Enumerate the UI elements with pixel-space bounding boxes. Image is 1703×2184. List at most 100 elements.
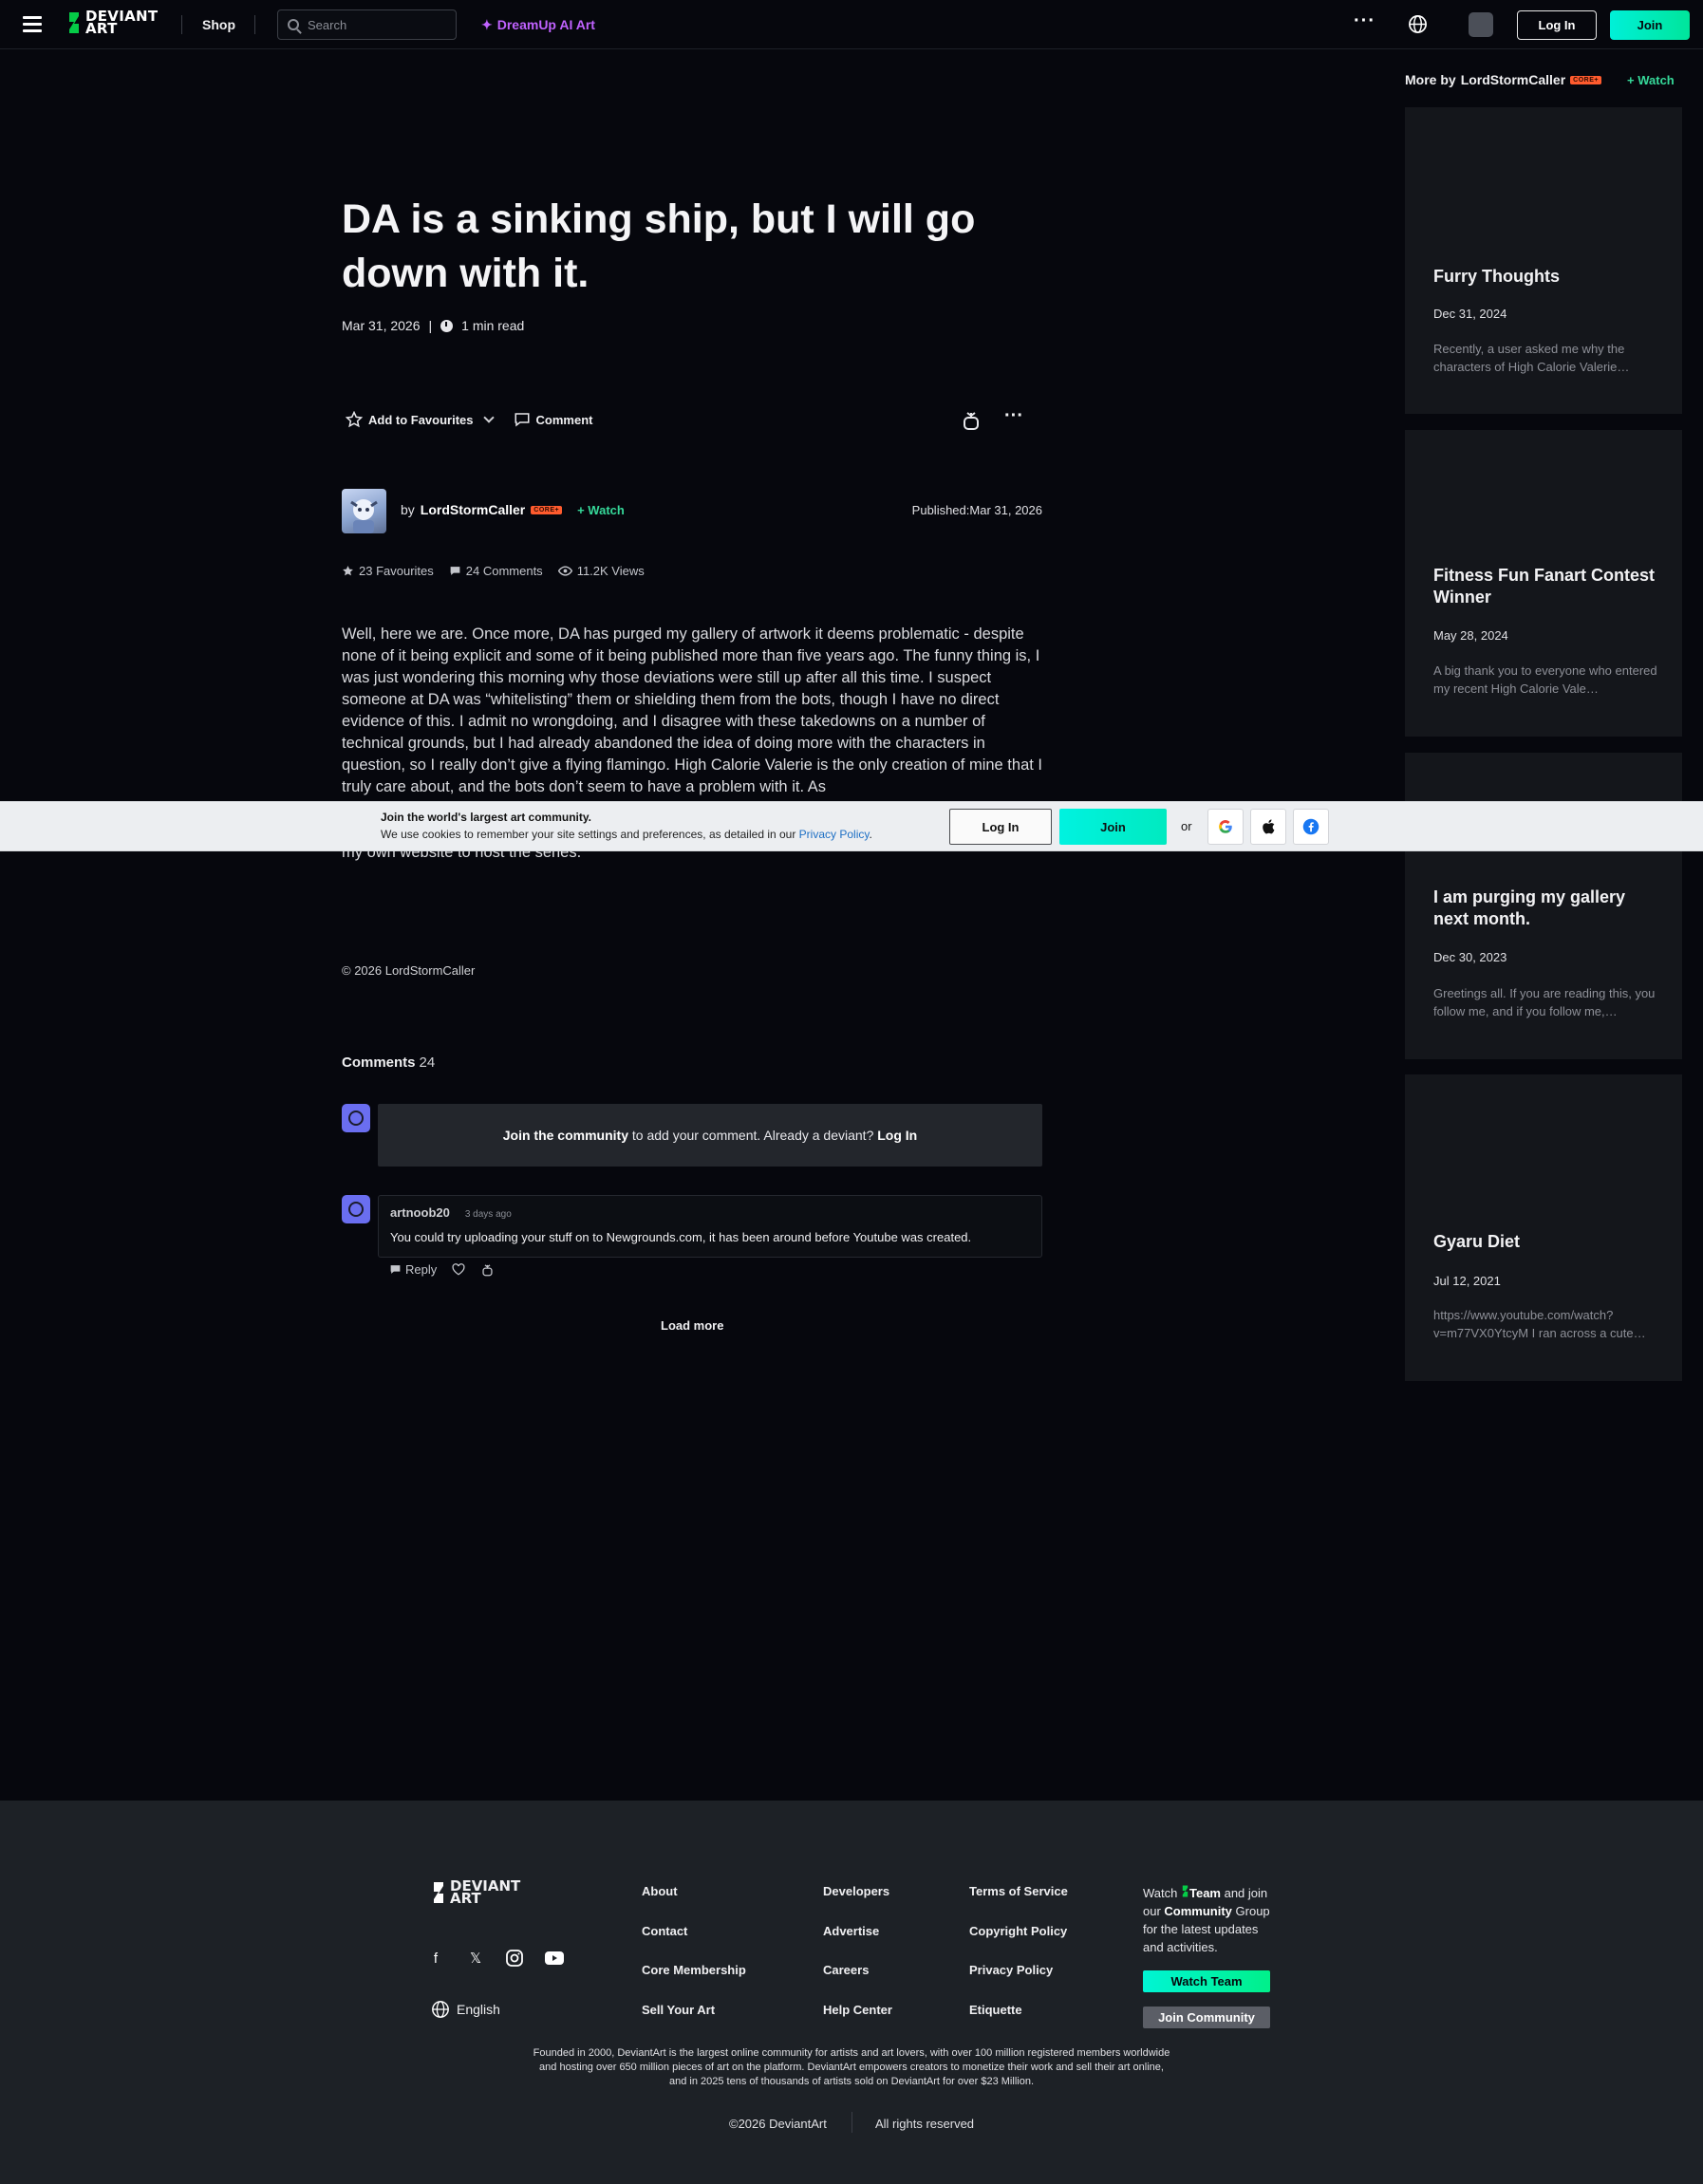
add-to-favourites-button[interactable]: Add to Favourites (346, 411, 474, 428)
comments-count: 24 Comments (465, 564, 543, 578)
add-to-favourites-label: Add to Favourites (368, 412, 474, 427)
language-selector[interactable]: English (431, 2000, 500, 2019)
globe-icon[interactable] (1408, 14, 1428, 34)
facebook-login-button[interactable] (1293, 809, 1329, 845)
youtube-icon[interactable] (544, 1951, 565, 1966)
author-avatar[interactable] (342, 489, 386, 533)
instagram-icon[interactable] (505, 1949, 524, 1968)
shop-link[interactable]: Shop (202, 17, 235, 32)
google-login-button[interactable] (1207, 809, 1244, 845)
footer-link-sell-your-art[interactable]: Sell Your Art (642, 2003, 715, 2017)
article-copyright: © 2026 LordStormCaller (342, 963, 476, 978)
footer-rights: All rights reserved (875, 2117, 975, 2131)
comment-username[interactable]: artnoob20 (390, 1205, 450, 1220)
card-excerpt: https://www.youtube.com/watch?v=m77VX0Yt… (1433, 1308, 1646, 1340)
sidebar-card[interactable]: I am purging my gallery next month. Dec … (1405, 753, 1682, 1059)
plus-icon: + (577, 502, 585, 517)
comment-button[interactable]: Comment (514, 411, 592, 428)
load-more-button[interactable]: Load more (661, 1318, 723, 1333)
user-avatar-icon[interactable] (1469, 12, 1493, 37)
footer-link-privacy-policy[interactable]: Privacy Policy (969, 1963, 1053, 1977)
footer-link-advertise[interactable]: Advertise (823, 1924, 879, 1938)
published-label: Published: (911, 503, 970, 517)
watch-team-button[interactable]: Watch Team (1143, 1970, 1270, 1992)
footer-link-developers[interactable]: Developers (823, 1884, 889, 1898)
more-options-icon[interactable]: ··· (1354, 11, 1376, 30)
x-icon[interactable]: 𝕏 (465, 1948, 486, 1969)
cookie-title: Join the world's largest art community. (381, 811, 592, 824)
comments-heading: Comments 24 (342, 1055, 435, 1071)
sparkle-icon: ✦ (481, 17, 493, 32)
more-actions-icon[interactable]: ··· (1004, 406, 1023, 425)
footer-link-core-membership[interactable]: Core Membership (642, 1963, 746, 1977)
join-community-button[interactable]: Join Community (1143, 2007, 1270, 2028)
core-badge: CORE+ (1570, 75, 1601, 84)
footer-copyright: ©2026 DeviantArt (729, 2117, 827, 2131)
gift-small-icon[interactable] (480, 1263, 495, 1277)
cookie-login-button[interactable]: Log In (949, 809, 1052, 845)
footer-link-copyright-policy[interactable]: Copyright Policy (969, 1924, 1067, 1938)
facebook-icon (1302, 818, 1319, 835)
facebook-icon[interactable]: f (425, 1948, 446, 1969)
views-count: 11.2K Views (576, 564, 645, 578)
watch-button[interactable]: + Watch (577, 503, 625, 517)
apple-icon (1263, 819, 1275, 834)
footer-link-contact[interactable]: Contact (642, 1924, 687, 1938)
login-button[interactable]: Log In (1517, 10, 1597, 40)
menu-icon[interactable] (23, 16, 42, 32)
card-excerpt: Greetings all. If you are reading this, … (1433, 986, 1656, 1018)
commenter-avatar[interactable] (342, 1195, 370, 1223)
apple-login-button[interactable] (1250, 809, 1286, 845)
cookie-or: or (1181, 819, 1192, 833)
reply-button[interactable]: Reply (389, 1262, 437, 1277)
cookie-join-button[interactable]: Join (1059, 809, 1167, 845)
sidebar-watch-label: Watch (1638, 73, 1675, 87)
footer-link-about[interactable]: About (642, 1884, 678, 1898)
join-button[interactable]: Join (1610, 10, 1690, 40)
dreamup-label: DreamUp AI Art (496, 17, 595, 32)
cookie-text-body: We use cookies to remember your site set… (381, 828, 799, 841)
sidebar-card[interactable]: Furry Thoughts Dec 31, 2024 Recently, a … (1405, 107, 1682, 414)
article-meta: Mar 31, 2026 | 1 min read (342, 318, 524, 333)
eye-icon (557, 566, 572, 576)
card-date: Jul 12, 2021 (1433, 1274, 1501, 1288)
author-name[interactable]: LordStormCaller (421, 502, 525, 517)
deviantart-logo[interactable]: DEVIANT ART (66, 9, 158, 36)
join-community-link[interactable]: Join the community (503, 1128, 628, 1143)
search-input[interactable]: Search (277, 9, 457, 40)
comments-heading-count: 24 (419, 1055, 436, 1071)
footer-link-etiquette[interactable]: Etiquette (969, 2003, 1022, 2017)
cookie-banner: Join the world's largest art community. … (0, 801, 1703, 851)
clock-icon (440, 319, 454, 332)
footer-link-terms[interactable]: Terms of Service (969, 1884, 1068, 1898)
stats-row: 23 Favourites 24 Comments 11.2K Views (342, 564, 645, 578)
sidebar-watch-button[interactable]: + Watch (1627, 73, 1675, 87)
guest-avatar (342, 1104, 370, 1132)
privacy-policy-link[interactable]: Privacy Policy (799, 828, 870, 841)
more-by-author[interactable]: LordStormCaller (1461, 72, 1565, 87)
search-icon (288, 19, 299, 30)
join-prompt-text: to add your comment. Already a deviant? (627, 1128, 878, 1143)
comment-item: artnoob20 3 days ago You could try upload… (378, 1195, 1042, 1258)
comment-login-link[interactable]: Log In (877, 1128, 917, 1143)
sidebar-card[interactable]: Fitness Fun Fanart Contest Winner May 28… (1405, 430, 1682, 737)
meta-separator: | (428, 318, 433, 333)
published-value: Mar 31, 2026 (969, 503, 1042, 517)
chevron-down-icon[interactable] (482, 412, 495, 423)
sidebar-card[interactable]: Gyaru Diet Jul 12, 2021 https://www.yout… (1405, 1074, 1682, 1381)
footer-link-careers[interactable]: Careers (823, 1963, 869, 1977)
article-body-text: Well, here we are. Once more, DA has pur… (342, 625, 1042, 795)
card-title: Fitness Fun Fanart Contest Winner (1433, 566, 1656, 607)
cookie-text-period: . (869, 828, 872, 841)
dreamup-link[interactable]: ✦ DreamUp AI Art (481, 17, 595, 33)
heart-icon[interactable] (452, 1263, 465, 1276)
footer-link-help-center[interactable]: Help Center (823, 2003, 892, 2017)
comments-icon (450, 567, 460, 575)
join-to-comment-box[interactable]: Join the community to add your comment. … (378, 1104, 1042, 1167)
footer-logo[interactable]: DEVIANT ART (431, 1879, 520, 1906)
card-excerpt: A big thank you to everyone who entered … (1433, 663, 1657, 696)
gift-icon[interactable] (962, 410, 981, 431)
comment-text: You could try uploading your stuff on to… (390, 1230, 972, 1244)
avatar-image (350, 499, 378, 533)
watch-blurb-team: Team (1188, 1886, 1221, 1900)
